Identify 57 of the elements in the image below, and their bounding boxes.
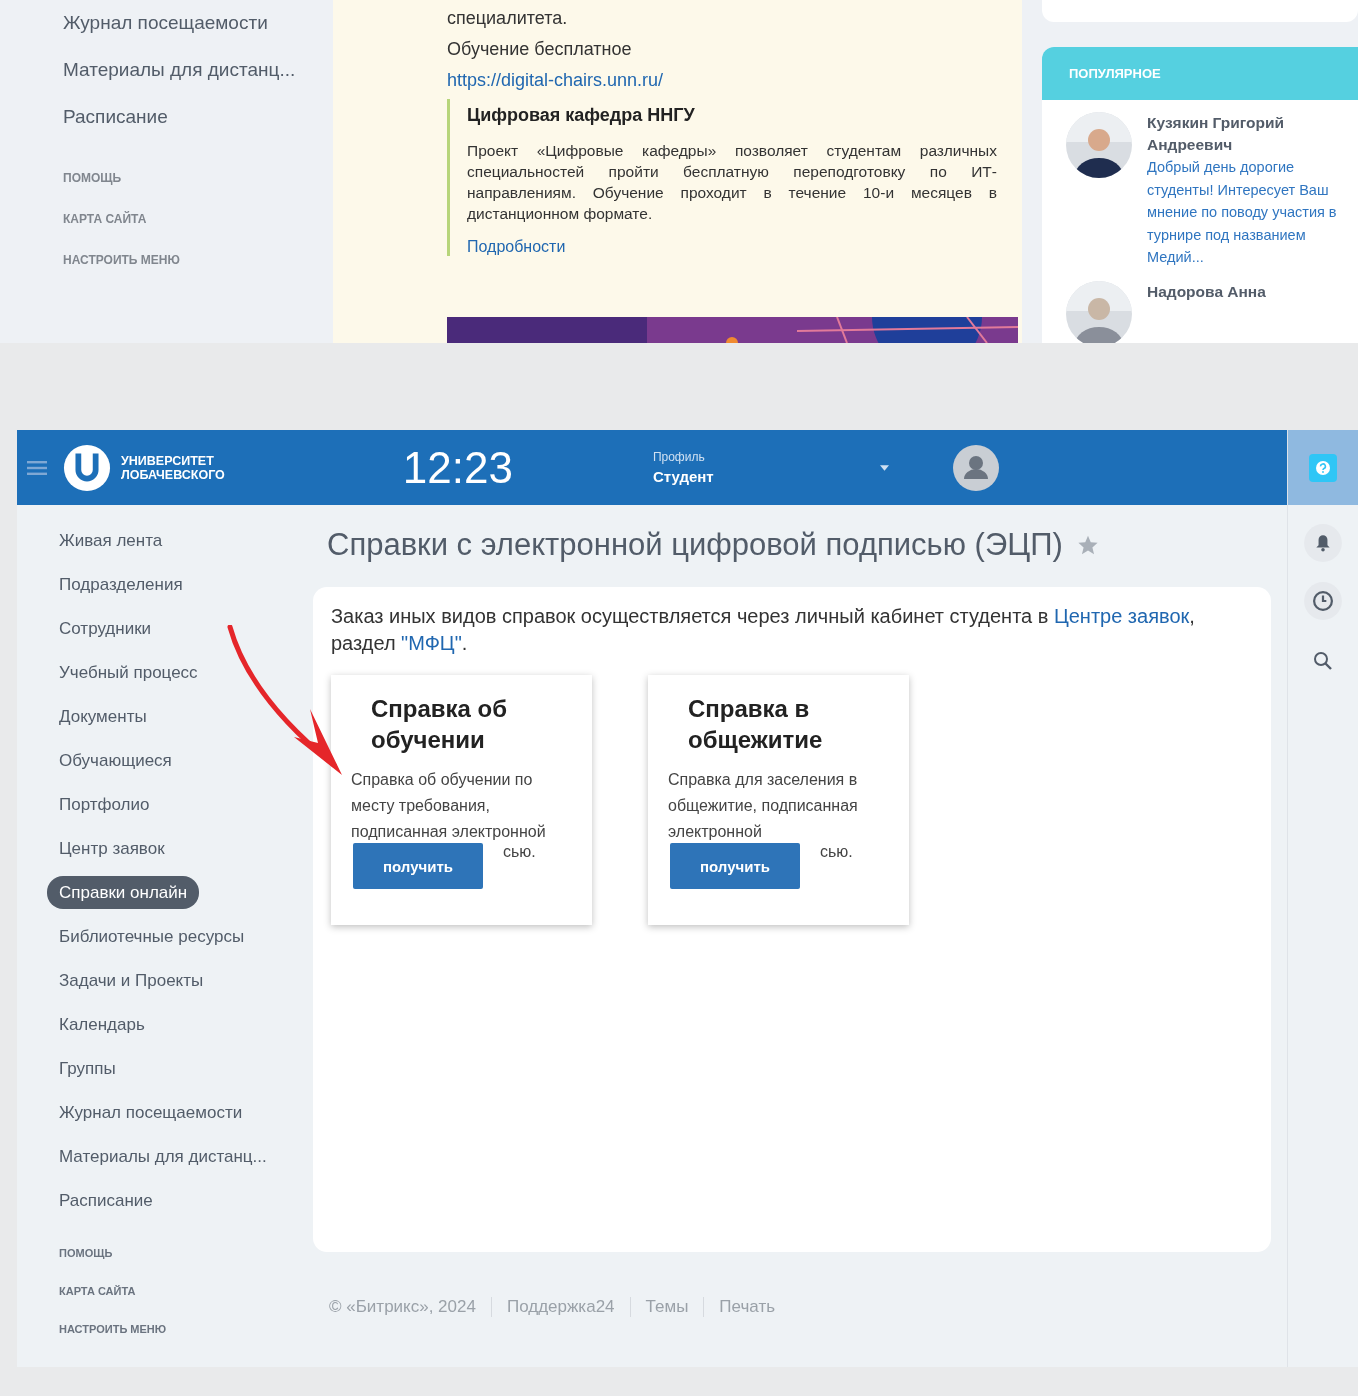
sidebar-item[interactable]: Материалы для дистанц... bbox=[47, 1140, 279, 1173]
profile-selector[interactable]: Профиль Студент bbox=[652, 450, 853, 485]
user-avatar-icon[interactable] bbox=[952, 444, 999, 491]
clock-time: 12:23 bbox=[402, 442, 513, 493]
menu-icon[interactable] bbox=[27, 460, 47, 475]
sidebar-item[interactable]: Расписание bbox=[47, 1184, 165, 1217]
author-name[interactable]: Кузякин Григорий Андреевич bbox=[1147, 112, 1357, 156]
sidebar-item[interactable]: Расписание bbox=[63, 106, 333, 153]
get-button[interactable]: получить bbox=[353, 843, 483, 889]
notice-link[interactable]: Центре заявок bbox=[1053, 605, 1190, 627]
sidebar-link[interactable]: КАРТА САЙТА bbox=[63, 212, 333, 253]
sidebar-item[interactable]: Подразделения bbox=[47, 568, 195, 601]
copyright-text: © «Битрикс», 2024 bbox=[329, 1297, 476, 1317]
sidebar-item[interactable]: Документы bbox=[47, 700, 159, 733]
post-link[interactable]: https://digital-chairs.unn.ru/ bbox=[447, 65, 1022, 96]
sidebar-item[interactable]: Центр заявок bbox=[47, 832, 177, 865]
sidebar-link[interactable]: НАСТРОИТЬ МЕНЮ bbox=[63, 253, 333, 294]
sidebar-item[interactable]: Обучающиеся bbox=[47, 744, 184, 777]
sidebar-item[interactable]: Живая лента bbox=[47, 524, 175, 557]
sidebar-item[interactable]: Учебный процесс bbox=[47, 656, 210, 689]
sidebar-item[interactable]: Сотрудники bbox=[47, 612, 164, 645]
sidebar-link[interactable]: ПОМОЩЬ bbox=[63, 171, 333, 212]
sidebar-item[interactable]: Журнал посещаемости bbox=[47, 1096, 255, 1129]
post-text: Обучение бесплатное bbox=[447, 38, 633, 61]
logo-text[interactable]: УНИВЕРСИТЕТ ЛОБАЧЕВСКОГО bbox=[121, 453, 225, 482]
sidebar-link[interactable]: ПОМОЩЬ bbox=[59, 1247, 313, 1285]
card-description: сью. bbox=[820, 843, 853, 861]
panel-header: ПОПУЛЯРНОЕ bbox=[1042, 47, 1358, 100]
sidebar-item[interactable]: Группы bbox=[47, 1052, 128, 1085]
get-button[interactable]: получить bbox=[670, 843, 800, 889]
sidebar-item[interactable]: Календарь bbox=[47, 1008, 157, 1041]
quote-text: Проект «Цифровые кафедры» позволяет студентам различных специальностей пройти бесплатную переподготовку по ИТ-направлениям. Обучение проходит в течение 10-и месяцев в дистанционном формате. bbox=[467, 141, 997, 224]
post-excerpt[interactable]: Добрый день дорогие студенты! Интересует Ваш мнение по поводу участия в турнире под названием Медий... bbox=[1147, 156, 1358, 269]
card-description: сью. bbox=[503, 843, 536, 861]
logo-icon[interactable] bbox=[63, 443, 111, 492]
sidebar-item[interactable]: Библиотечные ресурсы bbox=[47, 920, 257, 953]
sidebar-item[interactable]: Портфолио bbox=[47, 788, 162, 821]
quote-title: Цифровая кафедра ННГУ bbox=[467, 105, 696, 126]
page-title: Справки с электронной цифровой подписью (ЭЦП) bbox=[327, 527, 1063, 563]
caret-icon[interactable] bbox=[879, 464, 889, 471]
card-title: Справка об обучении bbox=[370, 694, 509, 755]
notification-bell-icon[interactable] bbox=[1303, 523, 1343, 563]
sidebar-item[interactable]: Материалы для дистанц... bbox=[63, 59, 333, 106]
author-name[interactable]: Надорова Анна bbox=[1147, 280, 1357, 303]
sidebar-link[interactable]: КАРТА САЙТА bbox=[59, 1285, 313, 1323]
sidebar-item[interactable]: Задачи и Проекты bbox=[47, 964, 216, 997]
notice-text: Заказ иных видов справок осуществляется через личный кабинет студента в Центре заявок, раздел "МФЦ". bbox=[331, 604, 1196, 656]
notice-link[interactable]: "МФЦ" bbox=[401, 632, 462, 654]
sidebar-item[interactable]: Справки онлайн bbox=[47, 876, 200, 909]
details-link[interactable]: Подробности bbox=[467, 238, 566, 256]
help-icon[interactable] bbox=[1309, 453, 1337, 482]
sidebar-link[interactable]: НАСТРОИТЬ МЕНЮ bbox=[59, 1323, 313, 1361]
star-icon[interactable] bbox=[1076, 534, 1099, 556]
card-title: Справка в общежитие bbox=[687, 694, 824, 755]
clock-icon[interactable] bbox=[1303, 581, 1343, 621]
sidebar-item[interactable]: Журнал посещаемости bbox=[63, 12, 333, 59]
post-text: специалитета. bbox=[447, 7, 569, 30]
